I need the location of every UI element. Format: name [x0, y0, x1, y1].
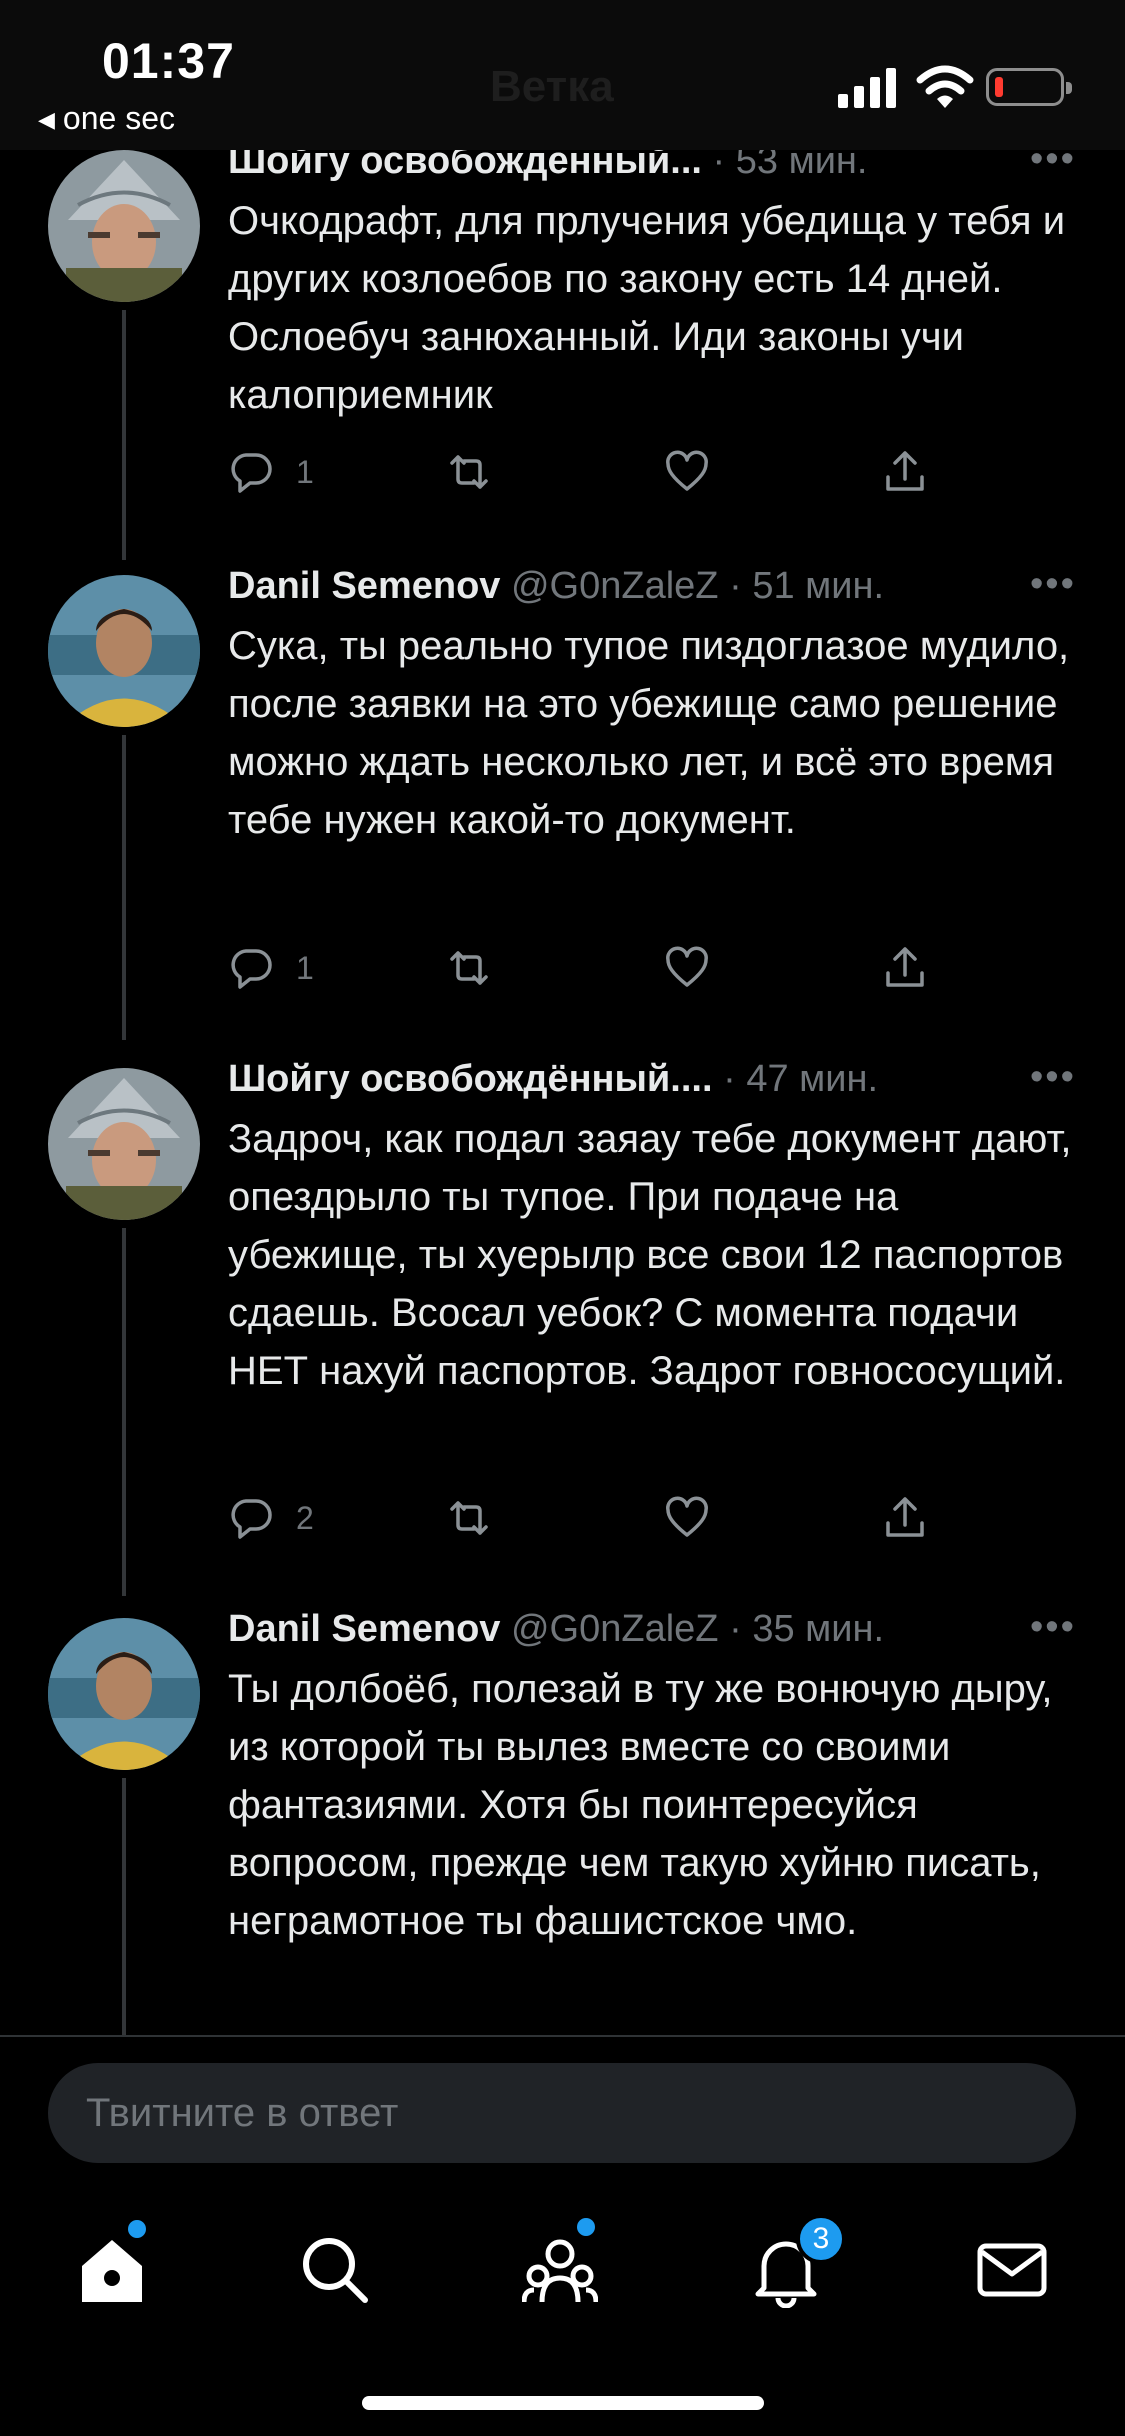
- more-options-icon[interactable]: •••: [1030, 1606, 1076, 1649]
- reply-icon: [231, 453, 272, 493]
- reply-icon: [231, 949, 272, 989]
- tweet-time: 47 мин.: [746, 1058, 879, 1100]
- tweet-actions: 1: [228, 943, 988, 993]
- back-to-app-link[interactable]: ◀ one sec: [38, 100, 175, 137]
- like-button[interactable]: [664, 1493, 710, 1543]
- tweet-actions: 1: [228, 447, 988, 497]
- author-name[interactable]: Шойгу освобожденный...: [228, 150, 702, 182]
- share-icon: [886, 947, 924, 987]
- avatar[interactable]: [48, 1618, 200, 1770]
- tweet-text: Задроч, как подал заяау тебе документ да…: [228, 1117, 1072, 1393]
- reply-input[interactable]: Твитните в ответ: [48, 2063, 1076, 2163]
- author-name[interactable]: Шойгу освобождённый....: [228, 1058, 713, 1100]
- retweet-button[interactable]: [446, 447, 492, 497]
- retweet-button[interactable]: [446, 1493, 492, 1543]
- share-button[interactable]: [882, 1493, 928, 1543]
- home-unread-dot: [128, 2220, 146, 2238]
- home-indicator[interactable]: [362, 2396, 764, 2410]
- reply-icon: [231, 1499, 272, 1539]
- heart-icon: [666, 450, 708, 491]
- tweet-header: Danil Semenov @G0nZaleZ · 35 мин.: [228, 1608, 885, 1650]
- retweet-button[interactable]: [446, 943, 492, 993]
- reply-button[interactable]: 1: [228, 447, 314, 497]
- like-button[interactable]: [664, 943, 710, 993]
- notifications-badge: 3: [796, 2214, 846, 2264]
- reply-button[interactable]: 1: [228, 943, 314, 993]
- reply-count: 1: [296, 453, 314, 490]
- home-icon: [82, 2240, 142, 2302]
- tweet-text: Очкодрафт, для прлучения убедища у тебя …: [228, 199, 1066, 417]
- share-icon: [886, 451, 924, 491]
- reply-placeholder: Твитните в ответ: [86, 2091, 399, 2135]
- status-bar: Ветка 01:37 ◀ one sec: [0, 0, 1125, 150]
- avatar[interactable]: [48, 150, 200, 302]
- author-name[interactable]: Danil Semenov: [228, 565, 500, 607]
- tab-home[interactable]: [74, 2232, 150, 2308]
- header-title-ghost: Ветка: [490, 62, 614, 111]
- tweet-text: Ты долбоёб, полезай в ту же вонючую дыру…: [228, 1667, 1053, 1943]
- more-options-icon[interactable]: •••: [1030, 150, 1076, 181]
- more-options-icon[interactable]: •••: [1030, 1056, 1076, 1099]
- tweet-header: Danil Semenov @G0nZaleZ · 51 мин.: [228, 565, 885, 607]
- status-time: 01:37: [102, 33, 235, 89]
- tab-search[interactable]: [297, 2232, 373, 2308]
- back-app-label: one sec: [62, 100, 175, 136]
- more-options-icon[interactable]: •••: [1030, 563, 1076, 606]
- reply-count: 1: [296, 949, 314, 986]
- battery-icon: [986, 68, 1072, 106]
- retweet-icon: [450, 951, 488, 985]
- tweet-time: 51 мин.: [752, 565, 885, 607]
- communities-icon: [521, 2239, 599, 2303]
- reply-bar: Твитните в ответ: [0, 2035, 1125, 2163]
- avatar[interactable]: [48, 1068, 200, 1220]
- cellular-signal-icon: [838, 68, 896, 108]
- share-icon: [886, 1497, 924, 1537]
- tweet-time: 53 мин.: [735, 150, 868, 182]
- avatar[interactable]: [48, 575, 200, 727]
- heart-icon: [666, 946, 708, 987]
- tweet-thread: Шойгу освобожденный... · 53 мин. ••• Очк…: [0, 150, 1125, 2035]
- tweet-header: Шойгу освобождённый.... · 47 мин.: [228, 1058, 879, 1100]
- reply-button[interactable]: 2: [228, 1493, 314, 1543]
- author-name[interactable]: Danil Semenov: [228, 1608, 500, 1650]
- share-button[interactable]: [882, 943, 928, 993]
- author-handle[interactable]: @G0nZaleZ: [511, 565, 719, 607]
- tab-messages[interactable]: [974, 2232, 1050, 2308]
- share-button[interactable]: [882, 447, 928, 497]
- tweet-actions: 2: [228, 1493, 988, 1543]
- tweet-time: 35 мин.: [752, 1608, 885, 1650]
- tab-communities[interactable]: [521, 2232, 599, 2308]
- like-button[interactable]: [664, 447, 710, 497]
- heart-icon: [666, 1496, 708, 1537]
- tab-bar: 3: [0, 2180, 1125, 2340]
- reply-count: 2: [296, 1499, 314, 1536]
- wifi-icon: [916, 65, 974, 108]
- communities-unread-dot: [577, 2218, 595, 2236]
- back-arrow-icon: ◀: [38, 107, 55, 132]
- tweet-text: Сука, ты реально тупое пиздоглазое мудил…: [228, 624, 1070, 842]
- mail-icon: [977, 2243, 1047, 2297]
- search-icon: [303, 2238, 368, 2303]
- author-handle[interactable]: @G0nZaleZ: [511, 1608, 719, 1650]
- retweet-icon: [450, 455, 488, 489]
- tweet-header: Шойгу освобожденный... · 53 мин.: [228, 150, 867, 183]
- retweet-icon: [450, 1501, 488, 1535]
